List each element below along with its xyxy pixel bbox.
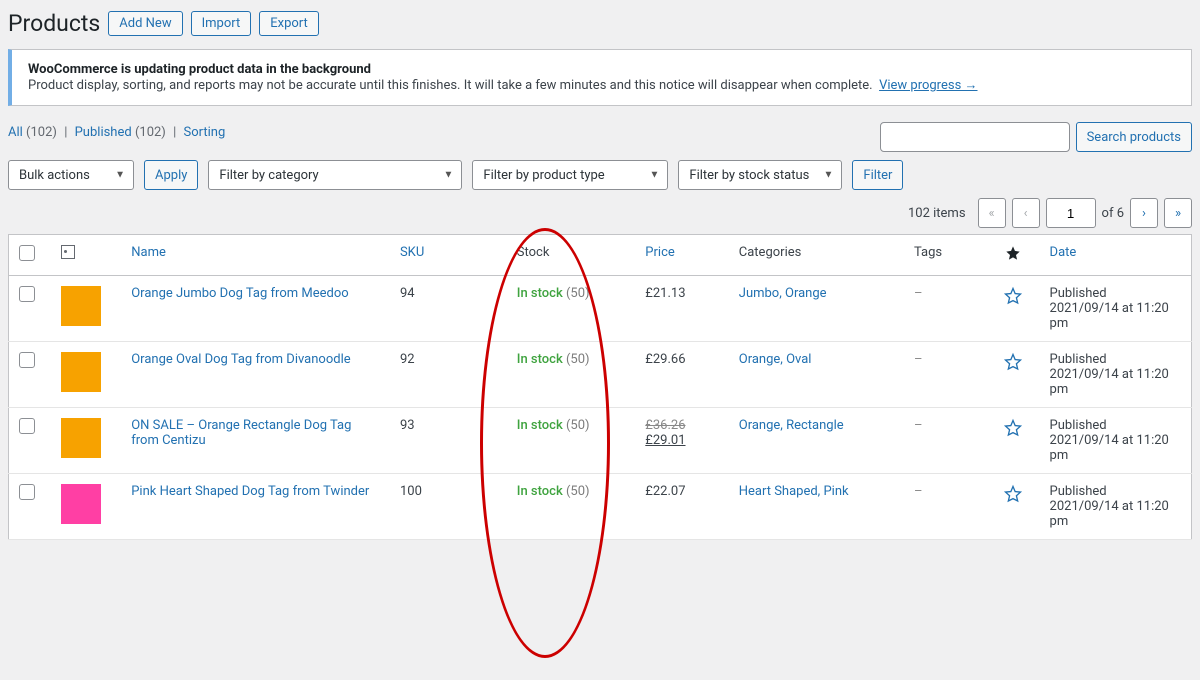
col-featured	[986, 235, 1040, 276]
image-icon	[61, 245, 75, 259]
bulk-actions-select[interactable]: Bulk actions ▼	[8, 160, 134, 190]
filter-published[interactable]: Published	[75, 125, 132, 140]
col-categories: Categories	[729, 235, 904, 276]
page-of-label: of 6	[1102, 206, 1124, 221]
star-filled-icon	[1005, 245, 1021, 261]
chevron-down-icon: ▼	[115, 170, 125, 181]
stock-status: In stock	[517, 352, 563, 367]
view-progress-link[interactable]: View progress →	[879, 78, 977, 93]
sale-price: £29.01	[645, 433, 685, 448]
page-title: Products	[8, 10, 100, 37]
sku-value: 93	[390, 408, 507, 474]
stock-status: In stock	[517, 418, 563, 433]
chevron-down-icon: ▼	[650, 170, 660, 181]
first-page-button[interactable]: «	[978, 198, 1006, 228]
col-name[interactable]: Name	[131, 245, 166, 260]
featured-toggle[interactable]	[986, 342, 1040, 408]
filter-type-select[interactable]: Filter by product type ▼	[472, 160, 668, 190]
add-new-button[interactable]: Add New	[108, 11, 182, 36]
price-value: £29.66	[645, 352, 685, 367]
category-link[interactable]: Heart Shaped, Pink	[739, 484, 849, 499]
row-checkbox[interactable]	[19, 352, 35, 368]
product-thumbnail[interactable]	[61, 286, 101, 326]
date-value: 2021/09/14 at 11:20 pm	[1050, 499, 1169, 529]
sku-value: 100	[390, 474, 507, 540]
product-name-link[interactable]: Orange Oval Dog Tag from Divanoodle	[131, 352, 350, 367]
stock-status: In stock	[517, 484, 563, 499]
featured-toggle[interactable]	[986, 474, 1040, 540]
pager-total: 102 items	[908, 206, 966, 221]
update-notice: WooCommerce is updating product data in …	[8, 49, 1192, 106]
table-row: Orange Oval Dog Tag from Divanoodle 92 In …	[9, 342, 1192, 408]
table-row: Orange Jumbo Dog Tag from Meedoo 94 In sto…	[9, 276, 1192, 342]
import-button[interactable]: Import	[191, 11, 252, 36]
date-value: 2021/09/14 at 11:20 pm	[1050, 367, 1169, 397]
stock-count: (50)	[566, 352, 590, 367]
row-checkbox[interactable]	[19, 418, 35, 434]
chevron-down-icon: ▼	[444, 170, 454, 181]
product-name-link[interactable]: Pink Heart Shaped Dog Tag from Twinder	[131, 484, 369, 499]
last-page-button[interactable]: »	[1164, 198, 1192, 228]
stock-count: (50)	[566, 286, 590, 301]
notice-title: WooCommerce is updating product data in …	[28, 62, 371, 77]
date-value: 2021/09/14 at 11:20 pm	[1050, 301, 1169, 331]
col-price[interactable]: Price	[645, 245, 674, 260]
date-status: Published	[1050, 418, 1107, 433]
product-thumbnail[interactable]	[61, 352, 101, 392]
view-filters: All (102) | Published (102) | Sorting	[8, 125, 225, 140]
stock-count: (50)	[566, 484, 590, 499]
search-input[interactable]	[880, 122, 1070, 152]
tags-value: –	[914, 484, 923, 499]
price-value: £21.13	[645, 286, 685, 301]
page-input[interactable]	[1046, 198, 1096, 228]
product-name-link[interactable]: ON SALE – Orange Rectangle Dog Tag from …	[131, 418, 351, 448]
export-button[interactable]: Export	[259, 11, 319, 36]
next-page-button[interactable]: ›	[1130, 198, 1158, 228]
date-status: Published	[1050, 484, 1107, 499]
table-row: ON SALE – Orange Rectangle Dog Tag from …	[9, 408, 1192, 474]
filter-button[interactable]: Filter	[852, 160, 903, 190]
tags-value: –	[914, 352, 923, 367]
row-checkbox[interactable]	[19, 484, 35, 500]
chevron-down-icon: ▼	[824, 170, 834, 181]
col-sku[interactable]: SKU	[400, 245, 424, 260]
price-value: £22.07	[645, 484, 685, 499]
select-all-checkbox[interactable]	[19, 245, 35, 261]
sku-value: 92	[390, 342, 507, 408]
original-price: £36.26	[645, 418, 685, 433]
notice-body: Product display, sorting, and reports ma…	[28, 78, 873, 93]
product-thumbnail[interactable]	[61, 484, 101, 524]
stock-status: In stock	[517, 286, 563, 301]
col-stock: Stock	[507, 235, 636, 276]
featured-toggle[interactable]	[986, 408, 1040, 474]
product-thumbnail[interactable]	[61, 418, 101, 458]
tags-value: –	[914, 286, 923, 301]
date-status: Published	[1050, 352, 1107, 367]
search-button[interactable]: Search products	[1076, 122, 1192, 152]
sku-value: 94	[390, 276, 507, 342]
stock-count: (50)	[566, 418, 590, 433]
filter-all[interactable]: All	[8, 125, 23, 140]
tags-value: –	[914, 418, 923, 433]
row-checkbox[interactable]	[19, 286, 35, 302]
prev-page-button[interactable]: ‹	[1012, 198, 1040, 228]
date-value: 2021/09/14 at 11:20 pm	[1050, 433, 1169, 463]
filter-sorting[interactable]: Sorting	[184, 125, 226, 140]
table-row: Pink Heart Shaped Dog Tag from Twinder 10…	[9, 474, 1192, 540]
category-link[interactable]: Jumbo, Orange	[739, 286, 827, 301]
category-link[interactable]: Orange, Rectangle	[739, 418, 844, 433]
col-tags: Tags	[904, 235, 986, 276]
category-link[interactable]: Orange, Oval	[739, 352, 812, 367]
date-status: Published	[1050, 286, 1107, 301]
filter-category-select[interactable]: Filter by category ▼	[208, 160, 462, 190]
col-date[interactable]: Date	[1050, 245, 1077, 260]
products-table: Name SKU Stock Price Categories Tags Dat…	[8, 234, 1192, 540]
product-name-link[interactable]: Orange Jumbo Dog Tag from Meedoo	[131, 286, 348, 301]
featured-toggle[interactable]	[986, 276, 1040, 342]
apply-button[interactable]: Apply	[144, 160, 198, 190]
filter-stock-select[interactable]: Filter by stock status ▼	[678, 160, 842, 190]
